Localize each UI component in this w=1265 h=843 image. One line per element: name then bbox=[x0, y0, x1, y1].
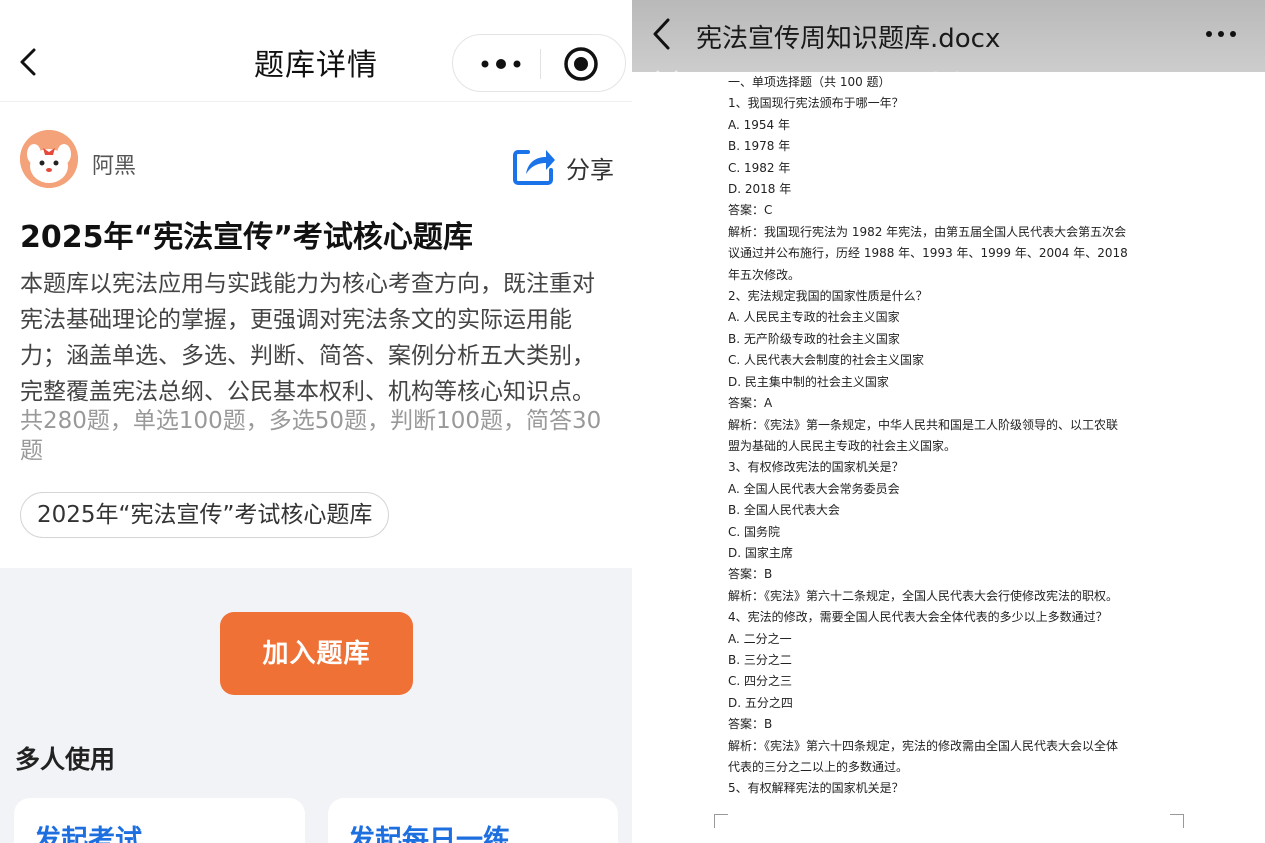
document-line: A. 全国人民代表大会常务委员会 bbox=[728, 481, 900, 496]
document-line: C. 人民代表大会制度的社会主义国家 bbox=[728, 353, 925, 368]
document-line: 1、我国现行宪法颁布于哪一年？ bbox=[728, 96, 904, 111]
more-dots-icon[interactable] bbox=[1204, 24, 1238, 44]
share-button[interactable]: 分享 bbox=[510, 142, 620, 186]
document-line: D. 民主集中制的社会主义国家 bbox=[728, 374, 889, 389]
question-stats: 共280题，单选100题，多选50题，判断100题，简答30题 bbox=[20, 408, 602, 464]
nav-bar: 题库详情 bbox=[0, 0, 632, 102]
document-line: 解析：我国现行宪法为 1982 年宪法，由第五届全国人民代表大会第五次会 bbox=[728, 224, 1127, 239]
multi-user-section-title: 多人使用 bbox=[15, 745, 116, 774]
document-line: D. 五分之四 bbox=[728, 695, 793, 710]
preview-top-bar: 宪法宣传周知识题库.docx bbox=[632, 0, 1265, 72]
bank-title: 2025年“宪法宣传”考试核心题库 bbox=[20, 220, 473, 255]
page-corner-mark bbox=[1170, 814, 1184, 828]
file-title: 宪法宣传周知识题库.docx bbox=[696, 24, 1001, 54]
more-dots-icon[interactable] bbox=[471, 45, 531, 83]
document-line: 盟为基础的人民民主专政的社会主义国家。 bbox=[728, 438, 957, 453]
document-line: 年五次修改。 bbox=[728, 267, 801, 282]
document-line: 3、有权修改宪法的国家机关是？ bbox=[728, 460, 904, 475]
page-corner-mark bbox=[714, 814, 728, 828]
document-line: 代表的三分之二以上的多数通过。 bbox=[728, 760, 909, 774]
close-icon[interactable] bbox=[654, 68, 680, 94]
document-line: B. 1978 年 bbox=[728, 139, 791, 154]
document-line: 5、有权解释宪法的国家机关是？ bbox=[728, 781, 904, 796]
document-line: A. 1954 年 bbox=[728, 117, 790, 132]
join-bank-button[interactable]: 加入题库 bbox=[220, 612, 413, 695]
document-line: B. 全国人民代表大会 bbox=[728, 503, 840, 518]
document-line: 2、宪法规定我国的国家性质是什么？ bbox=[728, 289, 928, 304]
document-preview-panel: 宪法宣传周知识题库.docx 3/6 一、单项选择题（共 100 题） 1、我国现… bbox=[632, 0, 1265, 843]
author-name[interactable]: 阿黑 bbox=[92, 148, 136, 180]
document-line: 解析：《宪法》第一条规定，中华人民共和国是工人阶级领导的、以工农联 bbox=[728, 417, 1119, 432]
capsule-divider bbox=[540, 49, 541, 79]
document-line: 解析：《宪法》第六十二条规定，全国人民代表大会行使修改宪法的职权。 bbox=[728, 588, 1119, 603]
bank-description: 本题库以宪法应用与实践能力为核心考查方向，既注重对宪法基础理论的掌握，更强调对宪… bbox=[20, 271, 595, 405]
document-line: A. 人民民主专政的社会主义国家 bbox=[728, 310, 900, 325]
bank-tag[interactable]: 2025年“宪法宣传”考试核心题库 bbox=[20, 492, 390, 538]
start-daily-practice-card[interactable]: 发起每日一练 bbox=[328, 798, 618, 843]
question-bank-detail-panel: 题库详情 阿黑 分享 2025年“宪法宣传”考试核心题库 本题库以宪法应用与实践… bbox=[0, 0, 632, 843]
document-line: D. 2018 年 bbox=[728, 182, 792, 197]
document-line: 答案：A bbox=[728, 396, 773, 411]
start-exam-card[interactable]: 发起考试 bbox=[14, 798, 305, 843]
document-line: C. 1982 年 bbox=[728, 160, 791, 175]
start-daily-practice-label: 发起每日一练 bbox=[348, 825, 510, 843]
mini-program-capsule bbox=[452, 34, 626, 92]
document-line: D. 国家主席 bbox=[728, 545, 793, 560]
document-line: 一、单项选择题（共 100 题） bbox=[728, 75, 891, 89]
avatar[interactable] bbox=[20, 130, 78, 188]
document-content: 一、单项选择题（共 100 题） 1、我国现行宪法颁布于哪一年？ A. 1954 年… bbox=[728, 72, 1178, 800]
document-line: A. 二分之一 bbox=[728, 631, 792, 646]
document-line: 答案：B bbox=[728, 717, 773, 732]
document-line: 议通过并公布施行，历经 1988 年、1993 年、1999 年、2004 年、… bbox=[728, 246, 1128, 261]
document-line: B. 三分之二 bbox=[728, 652, 792, 667]
document-line: 答案：B bbox=[728, 567, 773, 582]
document-line: 答案：C bbox=[728, 203, 773, 218]
screen: 题库详情 阿黑 分享 2025年“宪法宣传”考试核心题库 本题库以宪法应用与实践… bbox=[0, 0, 1265, 843]
document-line: B. 无产阶级专政的社会主义国家 bbox=[728, 331, 900, 346]
target-icon[interactable] bbox=[563, 46, 599, 82]
document-line: 4、宪法的修改，需要全国人民代表大会全体代表的多少以上多数通过？ bbox=[728, 610, 1108, 625]
share-label: 分享 bbox=[566, 156, 614, 184]
back-arrow-icon[interactable] bbox=[650, 16, 674, 52]
document-line: 解析：《宪法》第六十四条规定，宪法的修改需由全国人民代表大会以全体 bbox=[728, 738, 1119, 753]
start-exam-label: 发起考试 bbox=[34, 825, 142, 843]
share-icon bbox=[510, 142, 556, 188]
author-row: 阿黑 分享 bbox=[20, 130, 620, 188]
document-line: C. 国务院 bbox=[728, 524, 781, 539]
document-line: C. 四分之三 bbox=[728, 674, 793, 689]
